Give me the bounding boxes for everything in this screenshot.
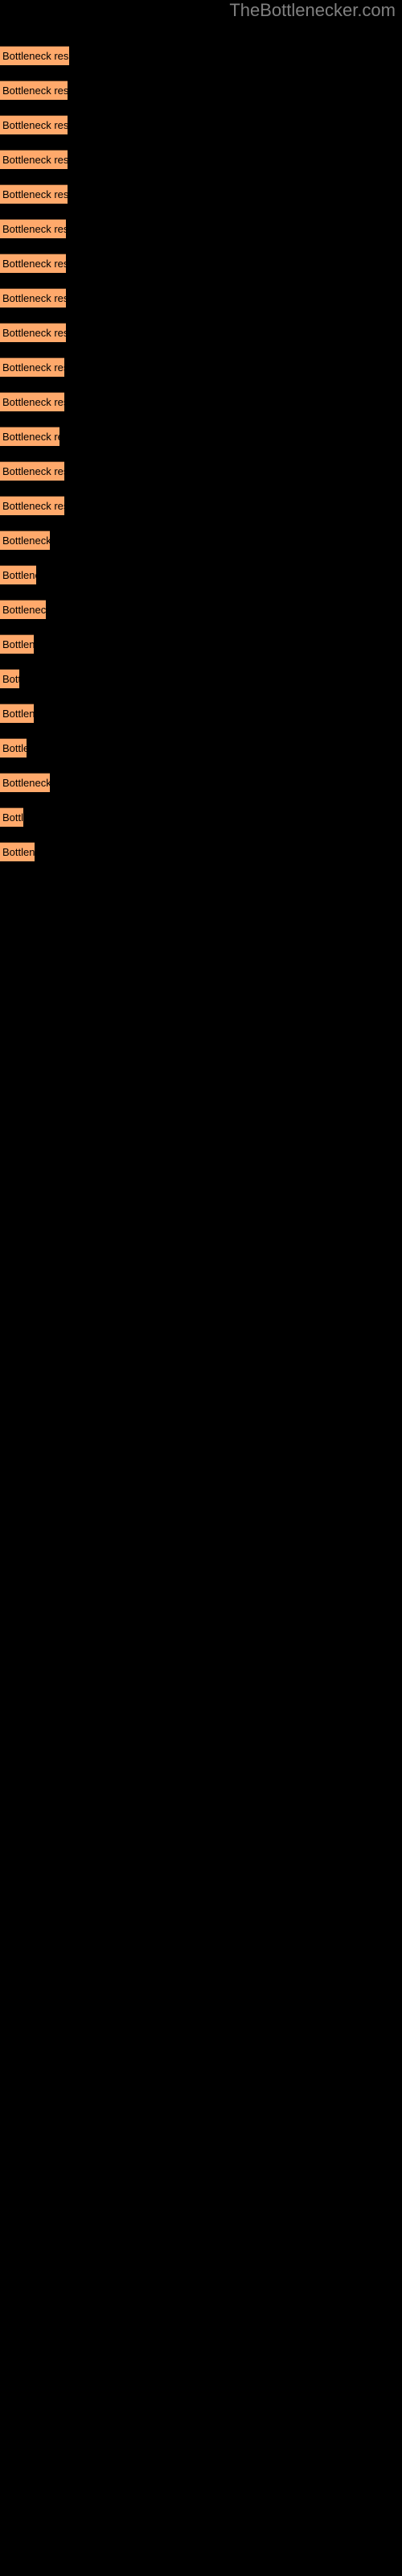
bar[interactable]: Bottleneck result: [0, 496, 64, 515]
bar-series: Bottleneck result Bottleneck result Bottle…: [0, 0, 402, 2576]
bar[interactable]: Bottleneck result: [0, 669, 19, 688]
bar[interactable]: Bottleneck result: [0, 704, 34, 723]
bar[interactable]: Bottleneck result: [0, 80, 68, 100]
bar[interactable]: Bottleneck result: [0, 842, 35, 861]
bar[interactable]: Bottleneck result: [0, 634, 34, 654]
bar-label: Bottleneck result: [2, 535, 50, 547]
bar-label: Bottleneck result: [2, 188, 68, 200]
bar[interactable]: Bottleneck result: [0, 184, 68, 204]
bar[interactable]: Bottleneck result: [0, 254, 66, 273]
bar-label: Bottleneck result: [2, 223, 66, 235]
bar[interactable]: Bottleneck result: [0, 530, 50, 550]
bar-label: Bottleneck result: [2, 673, 19, 685]
bar-label: Bottleneck result: [2, 50, 69, 62]
bar[interactable]: Bottleneck result: [0, 565, 36, 584]
bar-label: Bottleneck result: [2, 708, 34, 720]
bar[interactable]: Bottleneck result: [0, 288, 66, 308]
bar[interactable]: Bottleneck result: [0, 46, 69, 65]
bar[interactable]: Bottleneck result: [0, 323, 66, 342]
bar[interactable]: Bottleneck result: [0, 807, 23, 827]
bar-label: Bottleneck result: [2, 811, 23, 824]
bar[interactable]: Bottleneck result: [0, 461, 64, 481]
bar-label: Bottleneck result: [2, 742, 27, 754]
bar[interactable]: Bottleneck result: [0, 150, 68, 169]
bar-label: Bottleneck result: [2, 846, 35, 858]
bar-label: Bottleneck result: [2, 569, 36, 581]
bar-label: Bottleneck result: [2, 638, 34, 650]
bar[interactable]: Bottleneck result: [0, 600, 46, 619]
bar-label: Bottleneck result: [2, 292, 66, 304]
bar-label: Bottleneck result: [2, 500, 64, 512]
bar[interactable]: Bottleneck result: [0, 219, 66, 238]
bar-label: Bottleneck result: [2, 465, 64, 477]
bottleneck-chart: TheBottlenecker.com Bottleneck resultBot…: [0, 0, 402, 2576]
bar-label: Bottleneck result: [2, 85, 68, 97]
bar[interactable]: Bottleneck result: [0, 427, 59, 446]
bar-label: Bottleneck result: [2, 119, 68, 131]
bar-label: Bottleneck result: [2, 431, 59, 443]
bar[interactable]: Bottleneck result: [0, 115, 68, 134]
bar[interactable]: Bottleneck result: [0, 738, 27, 758]
bar-label: Bottleneck result: [2, 361, 64, 374]
bar-label: Bottleneck result: [2, 258, 66, 270]
bar[interactable]: Bottleneck result: [0, 773, 50, 792]
bar[interactable]: Bottleneck result: [0, 357, 64, 377]
bar-label: Bottleneck result: [2, 327, 66, 339]
bar[interactable]: Bottleneck result: [0, 392, 64, 411]
bar-label: Bottleneck result: [2, 777, 50, 789]
bar-label: Bottleneck result: [2, 604, 46, 616]
bar-label: Bottleneck result: [2, 154, 68, 166]
bar-label: Bottleneck result: [2, 396, 64, 408]
